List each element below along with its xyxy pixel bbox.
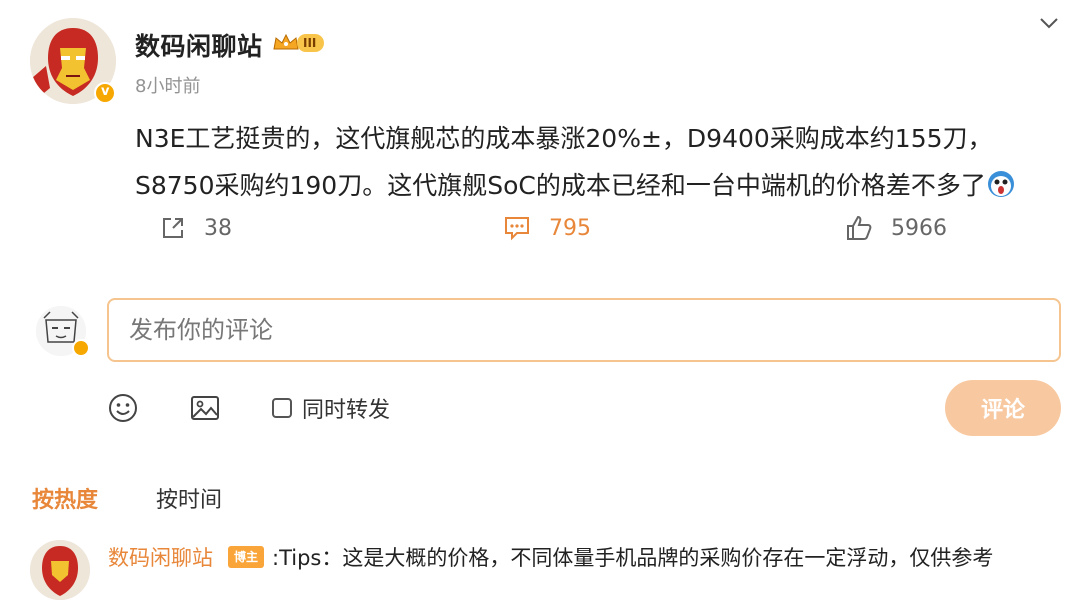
post-content-line-2-text: S8750采购约190刀。这代旗舰SoC的成本已经和一台中端机的价格差不多了 xyxy=(135,171,986,200)
sort-by-time-tab[interactable]: 按时间 xyxy=(156,482,222,514)
share-count: 38 xyxy=(204,215,232,241)
repost-toggle[interactable]: 同时转发 xyxy=(272,392,390,424)
comment-input[interactable] xyxy=(107,298,1061,362)
like-action[interactable]: 5966 xyxy=(845,212,947,244)
post-time: 8小时前 xyxy=(135,76,201,97)
post-content: N3E工艺挺贵的，这代旗舰芯的成本暴涨20%±，D9400采购成本约155刀， … xyxy=(135,115,1055,209)
image-icon[interactable] xyxy=(189,392,221,424)
rank-label: III xyxy=(297,34,325,52)
comment-author-avatar[interactable] xyxy=(30,540,90,600)
comment-icon xyxy=(505,217,529,241)
repost-label: 同时转发 xyxy=(302,398,391,423)
comment-action[interactable]: 795 xyxy=(503,212,591,244)
repost-checkbox[interactable] xyxy=(272,398,292,418)
sort-by-hot-tab[interactable]: 按热度 xyxy=(32,482,98,514)
my-verified-icon xyxy=(72,339,90,357)
rank-badge[interactable]: III xyxy=(272,32,325,54)
comment-count: 795 xyxy=(549,215,591,241)
verified-badge-icon xyxy=(94,82,116,104)
comment-author-name[interactable]: 数码闲聊站 xyxy=(108,542,213,572)
author-tag-badge: 博主 xyxy=(228,546,265,568)
share-icon xyxy=(163,218,183,238)
crown-icon xyxy=(273,33,299,50)
ironman-avatar-icon xyxy=(30,540,90,600)
chevron-down-icon[interactable] xyxy=(1038,12,1060,34)
post-content-line-2: S8750采购约190刀。这代旗舰SoC的成本已经和一台中端机的价格差不多了 xyxy=(135,162,1055,209)
share-action[interactable]: 38 xyxy=(160,212,232,244)
thumbs-up-icon xyxy=(847,215,872,240)
like-count: 5966 xyxy=(891,215,947,241)
emoji-icon[interactable] xyxy=(107,392,139,424)
submit-comment-button[interactable]: 评论 xyxy=(945,380,1061,436)
shocked-face-emoji xyxy=(987,171,1014,197)
comment-text: :Tips：这是大概的价格，不同体量手机品牌的采购价存在一定浮动，仅供参考 xyxy=(272,546,994,570)
post-content-line-1: N3E工艺挺贵的，这代旗舰芯的成本暴涨20%±，D9400采购成本约155刀， xyxy=(135,124,993,153)
post-author-name[interactable]: 数码闲聊站 xyxy=(135,27,263,63)
